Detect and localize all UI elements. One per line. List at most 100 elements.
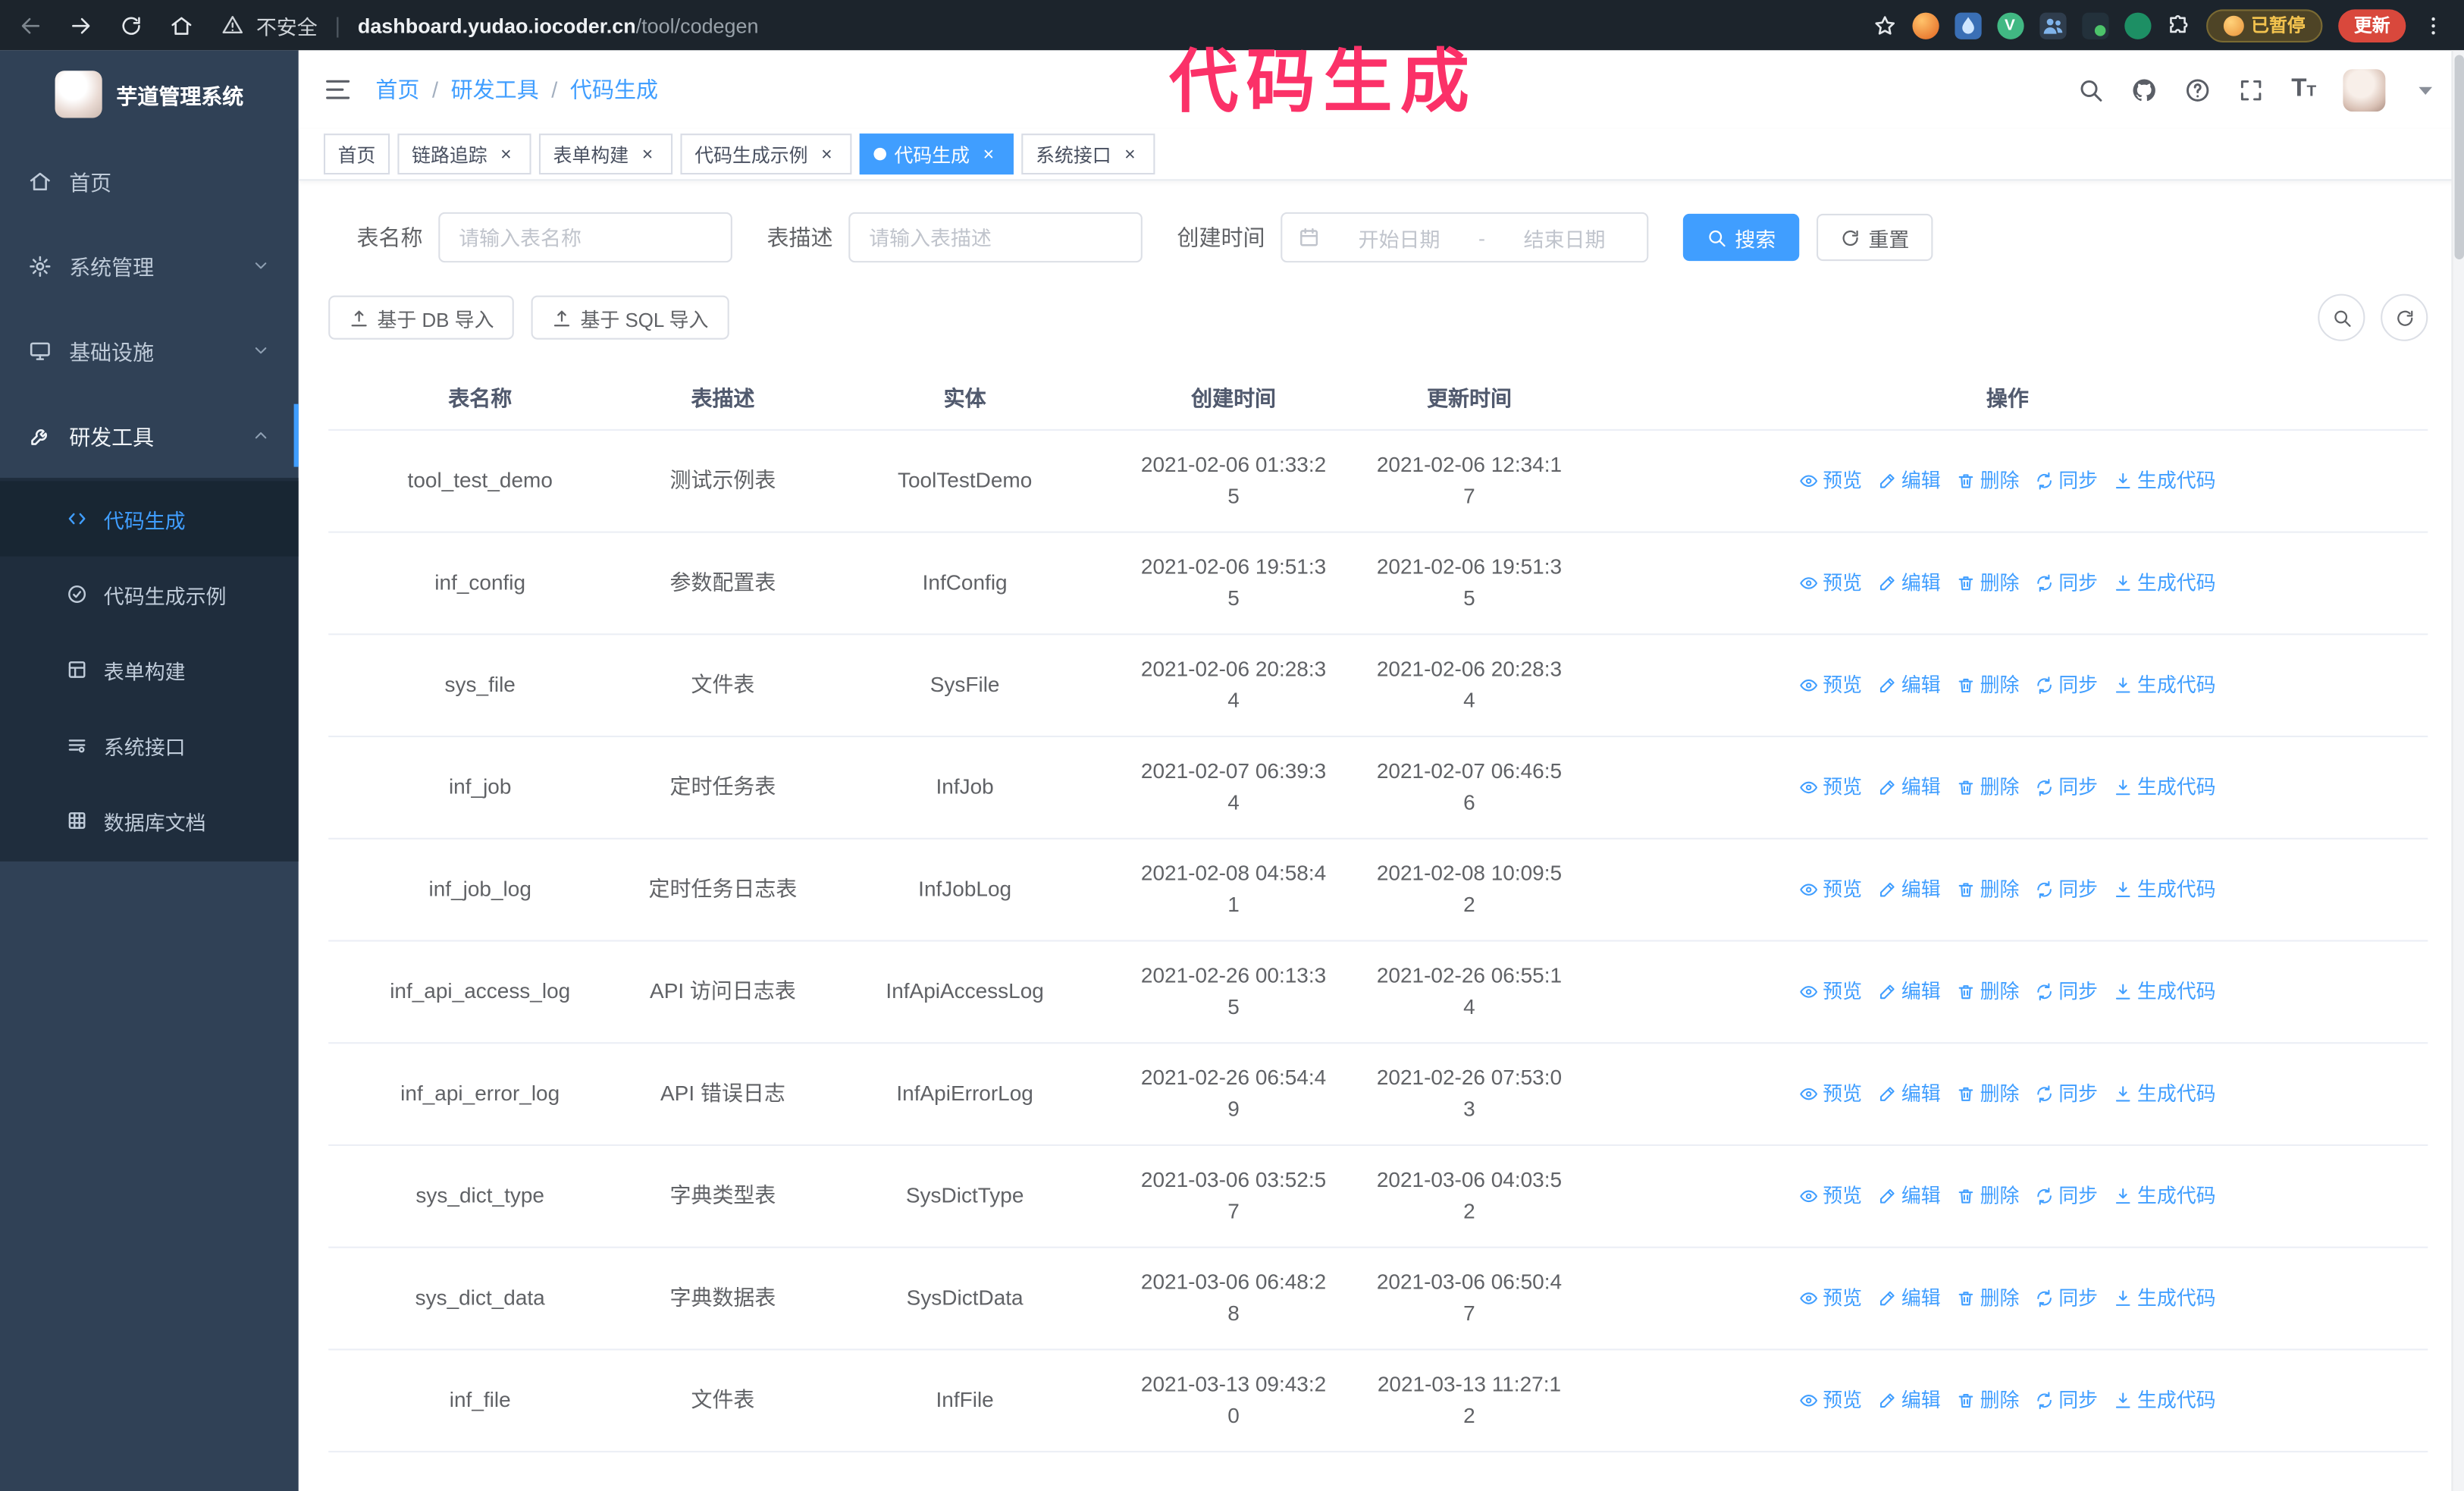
tab-item[interactable]: 表单构建 × bbox=[539, 133, 673, 175]
action-sync[interactable]: 同步 bbox=[2035, 976, 2098, 1007]
action-sync[interactable]: 同步 bbox=[2035, 1181, 2098, 1212]
action-delete[interactable]: 删除 bbox=[1956, 567, 2019, 598]
import-sql-button[interactable]: 基于 SQL 导入 bbox=[531, 295, 729, 340]
action-delete[interactable]: 删除 bbox=[1956, 466, 2019, 497]
scrollbar-thumb[interactable] bbox=[2454, 55, 2464, 259]
action-delete[interactable]: 删除 bbox=[1956, 1078, 2019, 1110]
browser-reload-icon[interactable] bbox=[120, 14, 143, 37]
action-preview[interactable]: 预览 bbox=[1799, 976, 1862, 1007]
action-sync[interactable]: 同步 bbox=[2035, 466, 2098, 497]
action-edit[interactable]: 编辑 bbox=[1878, 1078, 1941, 1110]
page-scrollbar[interactable] bbox=[2451, 50, 2464, 1491]
action-generate-code[interactable]: 生成代码 bbox=[2114, 1181, 2216, 1212]
toggle-search-button[interactable] bbox=[2318, 293, 2365, 341]
action-sync[interactable]: 同步 bbox=[2035, 1282, 2098, 1314]
tab-item[interactable]: 链路追踪 × bbox=[397, 133, 531, 175]
app-logo[interactable]: 芋道管理系统 bbox=[0, 50, 299, 138]
action-delete[interactable]: 删除 bbox=[1956, 1282, 2019, 1314]
user-avatar[interactable] bbox=[2343, 68, 2386, 111]
sidebar-item-gear[interactable]: 系统管理 bbox=[0, 223, 299, 308]
tab-item[interactable]: 代码生成示例 × bbox=[680, 133, 852, 175]
action-delete[interactable]: 删除 bbox=[1956, 976, 2019, 1007]
date-range-picker[interactable]: 开始日期 - 结束日期 bbox=[1281, 212, 1649, 263]
tab-item[interactable]: 代码生成 × bbox=[859, 133, 1014, 175]
action-generate-code[interactable]: 生成代码 bbox=[2114, 772, 2216, 803]
action-edit[interactable]: 编辑 bbox=[1878, 976, 1941, 1007]
action-generate-code[interactable]: 生成代码 bbox=[2114, 1078, 2216, 1110]
refresh-table-button[interactable] bbox=[2381, 293, 2428, 341]
browser-home-icon[interactable] bbox=[170, 14, 193, 37]
browser-forward-icon[interactable] bbox=[69, 14, 92, 37]
action-sync[interactable]: 同步 bbox=[2035, 1078, 2098, 1110]
extension-icon[interactable] bbox=[1954, 11, 1981, 39]
reset-button[interactable]: 重置 bbox=[1817, 213, 1933, 262]
close-tab-icon[interactable]: × bbox=[637, 143, 659, 165]
action-delete[interactable]: 删除 bbox=[1956, 1181, 2019, 1212]
action-generate-code[interactable]: 生成代码 bbox=[2114, 1282, 2216, 1314]
extension-icon[interactable] bbox=[1911, 11, 1939, 39]
action-edit[interactable]: 编辑 bbox=[1878, 874, 1941, 905]
action-preview[interactable]: 预览 bbox=[1799, 1181, 1862, 1212]
close-tab-icon[interactable]: × bbox=[495, 143, 517, 165]
header-search-icon[interactable] bbox=[2077, 77, 2104, 103]
profile-paused-chip[interactable]: 已暂停 bbox=[2205, 8, 2323, 42]
action-generate-code[interactable]: 生成代码 bbox=[2114, 976, 2216, 1007]
sidebar-item-monitor[interactable]: 基础设施 bbox=[0, 308, 299, 393]
sidebar-item-badge[interactable]: 代码生成示例 bbox=[0, 557, 299, 632]
action-preview[interactable]: 预览 bbox=[1799, 567, 1862, 598]
close-tab-icon[interactable]: × bbox=[977, 143, 999, 165]
sidebar-item-code[interactable]: 代码生成 bbox=[0, 481, 299, 557]
action-edit[interactable]: 编辑 bbox=[1878, 567, 1941, 598]
sidebar-item-db[interactable]: 数据库文档 bbox=[0, 783, 299, 858]
action-generate-code[interactable]: 生成代码 bbox=[2114, 874, 2216, 905]
action-edit[interactable]: 编辑 bbox=[1878, 466, 1941, 497]
action-sync[interactable]: 同步 bbox=[2035, 567, 2098, 598]
close-tab-icon[interactable]: × bbox=[1119, 143, 1141, 165]
action-preview[interactable]: 预览 bbox=[1799, 874, 1862, 905]
extension-icon[interactable] bbox=[2039, 11, 2066, 39]
breadcrumb-item[interactable]: 研发工具 bbox=[451, 74, 539, 105]
action-delete[interactable]: 删除 bbox=[1956, 772, 2019, 803]
address-bar[interactable]: 不安全 | dashboard.yudao.iocoder.cn/tool/co… bbox=[221, 10, 1853, 39]
breadcrumb-item[interactable]: 首页 bbox=[375, 74, 419, 105]
action-sync[interactable]: 同步 bbox=[2035, 670, 2098, 701]
extensions-puzzle-icon[interactable] bbox=[2166, 14, 2190, 37]
action-sync[interactable]: 同步 bbox=[2035, 874, 2098, 905]
action-edit[interactable]: 编辑 bbox=[1878, 1282, 1941, 1314]
table-name-input[interactable] bbox=[438, 212, 732, 263]
action-edit[interactable]: 编辑 bbox=[1878, 1385, 1941, 1416]
bookmark-star-icon[interactable] bbox=[1873, 14, 1896, 37]
close-tab-icon[interactable]: × bbox=[816, 143, 838, 165]
fullscreen-icon[interactable] bbox=[2238, 77, 2265, 103]
hamburger-icon[interactable] bbox=[324, 75, 352, 103]
action-sync[interactable]: 同步 bbox=[2035, 1385, 2098, 1416]
browser-menu-icon[interactable] bbox=[2422, 14, 2445, 37]
extension-icon[interactable] bbox=[2081, 11, 2108, 39]
action-sync[interactable]: 同步 bbox=[2035, 772, 2098, 803]
breadcrumb-item[interactable]: 代码生成 bbox=[570, 74, 658, 105]
tab-item[interactable]: 系统接口 × bbox=[1021, 133, 1155, 175]
action-generate-code[interactable]: 生成代码 bbox=[2114, 567, 2216, 598]
sidebar-item-home[interactable]: 首页 bbox=[0, 138, 299, 223]
action-preview[interactable]: 预览 bbox=[1799, 1385, 1862, 1416]
action-preview[interactable]: 预览 bbox=[1799, 772, 1862, 803]
help-icon[interactable] bbox=[2184, 77, 2211, 103]
tab-item[interactable]: 首页 bbox=[323, 133, 390, 175]
action-preview[interactable]: 预览 bbox=[1799, 1282, 1862, 1314]
action-generate-code[interactable]: 生成代码 bbox=[2114, 1385, 2216, 1416]
sidebar-item-api[interactable]: 系统接口 bbox=[0, 708, 299, 783]
action-edit[interactable]: 编辑 bbox=[1878, 1181, 1941, 1212]
action-delete[interactable]: 删除 bbox=[1956, 1385, 2019, 1416]
action-preview[interactable]: 预览 bbox=[1799, 1078, 1862, 1110]
extension-icon[interactable] bbox=[2124, 11, 2151, 39]
action-edit[interactable]: 编辑 bbox=[1878, 772, 1941, 803]
vue-devtools-extension-icon[interactable]: V bbox=[1996, 11, 2024, 39]
action-edit[interactable]: 编辑 bbox=[1878, 670, 1941, 701]
table-desc-input[interactable] bbox=[848, 212, 1143, 263]
action-delete[interactable]: 删除 bbox=[1956, 670, 2019, 701]
github-icon[interactable] bbox=[2131, 77, 2158, 103]
avatar-caret-icon[interactable] bbox=[2412, 77, 2439, 103]
action-generate-code[interactable]: 生成代码 bbox=[2114, 670, 2216, 701]
chrome-update-button[interactable]: 更新 bbox=[2338, 8, 2406, 42]
action-generate-code[interactable]: 生成代码 bbox=[2114, 466, 2216, 497]
